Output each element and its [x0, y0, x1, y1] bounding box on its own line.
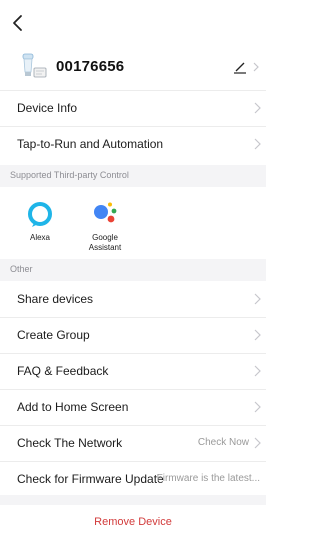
section-spacer — [0, 495, 266, 505]
chevron-right-icon — [254, 437, 261, 449]
google-assistant-icon — [94, 202, 117, 223]
row-label: Check for Firmware Update — [17, 472, 164, 486]
alexa-icon — [28, 202, 52, 227]
chevron-right-icon — [254, 138, 261, 150]
alexa-item[interactable]: Alexa — [10, 195, 70, 253]
pencil-icon — [234, 62, 259, 74]
row-label: FAQ & Feedback — [17, 364, 109, 378]
third-party-section-header: Supported Third-party Control — [0, 165, 266, 187]
remove-device-button[interactable]: Remove Device — [0, 505, 266, 537]
google-assistant-label: Google Assistant — [88, 233, 122, 252]
check-now-value: Check Now — [197, 437, 249, 448]
chevron-right-icon — [254, 401, 261, 413]
device-info-row[interactable]: Device Info — [0, 90, 266, 126]
chevron-right-icon — [254, 293, 261, 305]
device-thumbnail-icon — [20, 52, 50, 82]
row-label: Add to Home Screen — [17, 400, 129, 414]
chevron-right-icon — [254, 329, 261, 341]
device-header: 00176656 — [0, 44, 266, 90]
google-assistant-item[interactable]: Google Assistant — [75, 195, 135, 253]
row-label: Share devices — [17, 292, 94, 306]
firmware-status-value: Firmware is the latest... — [156, 473, 260, 484]
other-section-header: Other — [0, 259, 266, 281]
firmware-update-row[interactable]: Check for Firmware Update Firmware is th… — [0, 461, 266, 497]
row-label: Create Group — [17, 328, 90, 342]
device-name: 00176656 — [56, 58, 125, 75]
top-bar — [0, 0, 266, 44]
alexa-label: Alexa — [29, 233, 50, 242]
back-button[interactable] — [9, 12, 29, 34]
faq-feedback-row[interactable]: FAQ & Feedback — [0, 353, 266, 389]
share-devices-row[interactable]: Share devices — [0, 281, 266, 317]
section-title: Other — [10, 264, 33, 274]
remove-device-label: Remove Device — [94, 516, 172, 528]
row-label: Check The Network — [17, 436, 123, 450]
add-to-home-screen-row[interactable]: Add to Home Screen — [0, 389, 266, 425]
chevron-left-icon — [13, 15, 22, 31]
row-label: Tap-to-Run and Automation — [17, 137, 164, 151]
chevron-right-icon — [254, 365, 261, 377]
check-network-row[interactable]: Check The Network Check Now — [0, 425, 266, 461]
chevron-right-icon — [254, 102, 261, 114]
section-title: Supported Third-party Control — [10, 170, 129, 180]
row-label: Device Info — [17, 101, 78, 115]
create-group-row[interactable]: Create Group — [0, 317, 266, 353]
edit-name-button[interactable] — [232, 57, 262, 77]
third-party-control: Alexa Google Assistant — [0, 187, 266, 258]
tap-to-run-row[interactable]: Tap-to-Run and Automation — [0, 126, 266, 162]
